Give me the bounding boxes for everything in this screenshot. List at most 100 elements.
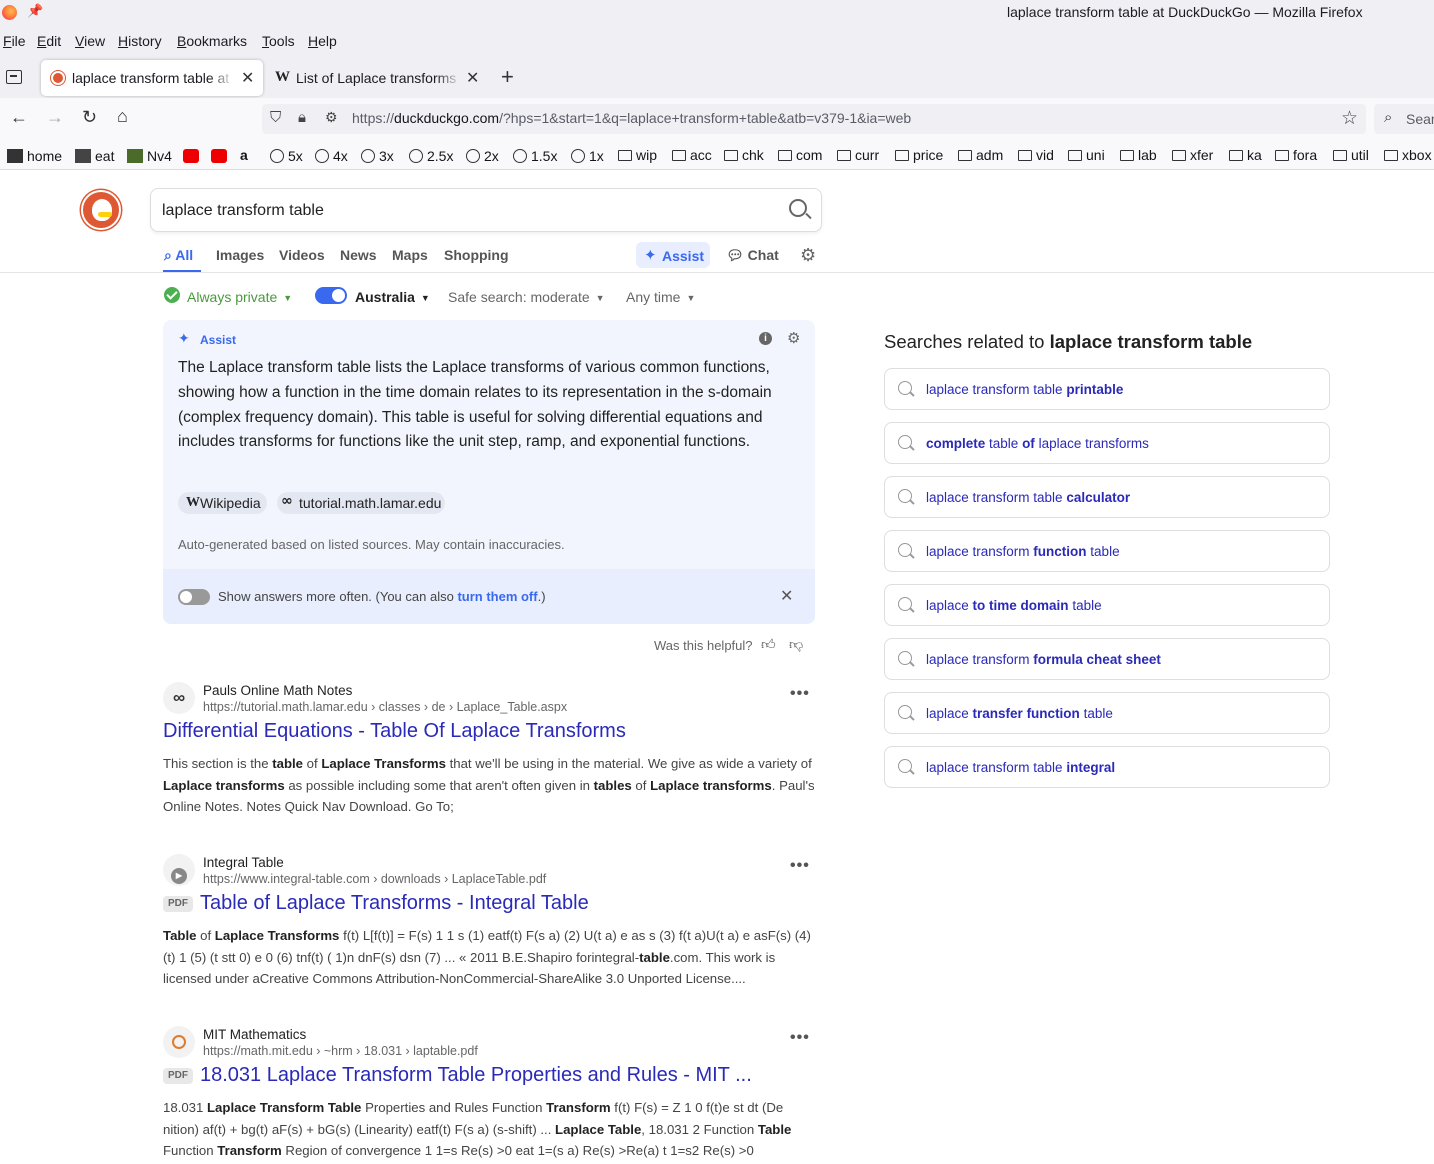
tab-images[interactable]: Images [216, 247, 264, 263]
shield-icon[interactable]: ⛉ [270, 109, 281, 126]
url-text[interactable]: https://duckduckgo.com/?hps=1&start=1&q=… [352, 110, 911, 126]
related-search-item[interactable]: laplace transform table integral [884, 746, 1330, 788]
bookmark-folder-com[interactable]: com [778, 147, 822, 163]
search-input[interactable]: laplace transform table [150, 188, 822, 232]
source-chip-wikipedia[interactable]: W Wikipedia [178, 492, 267, 514]
close-tab-icon[interactable]: ✕ [241, 68, 254, 88]
permissions-icon[interactable]: ⚙ [325, 109, 338, 126]
bookmark-folder-price[interactable]: price [895, 147, 943, 163]
result-url[interactable]: https://math.mit.edu › ~hrm › 18.031 › l… [203, 1044, 478, 1058]
tab-maps[interactable]: Maps [392, 247, 428, 263]
bookmark-folder-vid[interactable]: vid [1018, 147, 1054, 163]
lock-icon[interactable]: 🔒︎ [298, 109, 306, 126]
bookmark-youtube-2[interactable] [211, 147, 231, 164]
pin-icon[interactable]: 📌 [27, 3, 43, 19]
menu-edit[interactable]: Edit [37, 33, 61, 49]
related-search-item[interactable]: laplace to time domain table [884, 584, 1330, 626]
bookmark-folder-uni[interactable]: uni [1068, 147, 1105, 163]
related-search-item[interactable]: laplace transform formula cheat sheet [884, 638, 1330, 680]
bookmark-youtube[interactable] [183, 147, 203, 164]
browser-search-box[interactable]: ⌕ Sear [1374, 104, 1434, 134]
reload-icon[interactable]: ↻ [82, 107, 97, 128]
result-title-link[interactable]: PDF Table of Laplace Transforms - Integra… [163, 892, 589, 915]
menu-file[interactable]: File [3, 33, 26, 49]
tab-list-icon[interactable] [6, 70, 22, 84]
result-site[interactable]: Pauls Online Math Notes [203, 683, 352, 698]
result-url[interactable]: https://tutorial.math.lamar.edu › classe… [203, 700, 567, 714]
bookmark-folder-adm[interactable]: adm [958, 147, 1003, 163]
duckduckgo-logo-icon[interactable] [81, 190, 121, 230]
forward-arrow-icon[interactable]: → [46, 107, 64, 128]
related-search-item[interactable]: laplace transform table calculator [884, 476, 1330, 518]
bookmark-folder-lab[interactable]: lab [1120, 147, 1157, 163]
tab-shopping[interactable]: Shopping [444, 247, 509, 263]
bookmark-1-5x[interactable]: 1.5x [513, 147, 557, 164]
menu-help[interactable]: Help [308, 33, 337, 49]
bookmark-4x[interactable]: 4x [315, 147, 348, 164]
result-site[interactable]: MIT Mathematics [203, 1027, 306, 1042]
answers-toggle[interactable] [178, 589, 210, 605]
related-search-item[interactable]: complete table of laplace transforms [884, 422, 1330, 464]
result-title-link[interactable]: Differential Equations - Table Of Laplac… [163, 720, 626, 743]
bookmark-2-5x[interactable]: 2.5x [409, 147, 453, 164]
bookmark-folder-fora[interactable]: fora [1275, 147, 1317, 163]
related-search-item[interactable]: laplace transfer function table [884, 692, 1330, 734]
close-tab-icon[interactable]: ✕ [466, 68, 479, 88]
result-title-link[interactable]: PDF 18.031 Laplace Transform Table Proper… [163, 1064, 752, 1087]
bookmark-folder-xfer[interactable]: xfer [1172, 147, 1213, 163]
thumbs-up-icon[interactable]: 👍︎ [761, 636, 776, 653]
back-arrow-icon[interactable]: ← [10, 107, 28, 128]
bookmark-folder-curr[interactable]: curr [837, 147, 879, 163]
more-options-icon[interactable]: ••• [790, 685, 810, 703]
bookmark-folder-xbox[interactable]: xbox [1384, 147, 1432, 163]
bookmark-nv4[interactable]: Nv4 [127, 147, 172, 164]
tab-videos[interactable]: Videos [279, 247, 325, 263]
region-dropdown[interactable]: Australia ▼ [355, 289, 430, 305]
settings-gear-icon[interactable]: ⚙ [800, 245, 816, 266]
region-toggle[interactable] [315, 287, 347, 304]
search-query[interactable]: laplace transform table [162, 202, 324, 220]
more-options-icon[interactable]: ••• [790, 857, 810, 875]
menu-history[interactable]: History [118, 33, 162, 49]
settings-gear-icon[interactable]: ⚙ [787, 329, 800, 347]
menu-bookmarks[interactable]: Bookmarks [177, 33, 247, 49]
tab-duckduckgo[interactable]: laplace transform table at DuckDuckGo ✕ [41, 60, 263, 96]
bookmark-amazon[interactable]: a [240, 147, 248, 163]
source-chip-lamar[interactable]: ∞ tutorial.math.lamar.edu [277, 492, 445, 514]
menu-tools[interactable]: Tools [262, 33, 295, 49]
thumbs-down-icon[interactable]: 👎︎ [789, 636, 803, 653]
menu-view[interactable]: View [75, 33, 105, 49]
assist-button[interactable]: ✦ Assist [636, 242, 710, 268]
url-bar[interactable]: ⛉ 🔒︎ ⚙ https://duckduckgo.com/?hps=1&sta… [262, 104, 1366, 134]
info-icon[interactable]: i [759, 332, 772, 345]
more-options-icon[interactable]: ••• [790, 1029, 810, 1047]
time-dropdown[interactable]: Any time ▼ [626, 289, 695, 305]
bookmark-3x[interactable]: 3x [361, 147, 394, 164]
bookmark-2x[interactable]: 2x [466, 147, 499, 164]
related-search-item[interactable]: laplace transform table printable [884, 368, 1330, 410]
bookmark-folder-util[interactable]: util [1333, 147, 1369, 163]
bookmark-folder-acc[interactable]: acc [672, 147, 712, 163]
chat-button[interactable]: 💬︎ Chat [726, 247, 779, 264]
close-icon[interactable]: ✕ [780, 586, 793, 606]
privacy-dropdown[interactable]: Always private ▼ [187, 289, 292, 305]
home-icon[interactable]: ⌂ [117, 106, 128, 127]
bookmark-eat[interactable]: eat [75, 147, 114, 164]
bookmark-folder-chk[interactable]: chk [724, 147, 764, 163]
result-url[interactable]: https://www.integral-table.com › downloa… [203, 872, 546, 886]
tab-all[interactable]: ⌕ All [164, 247, 193, 264]
related-search-item[interactable]: laplace transform function table [884, 530, 1330, 572]
bookmark-star-icon[interactable]: ☆ [1341, 107, 1358, 130]
bookmark-folder-ka[interactable]: ka [1229, 147, 1262, 163]
bookmark-folder-wip[interactable]: wip [618, 147, 657, 163]
safe-search-dropdown[interactable]: Safe search: moderate ▼ [448, 289, 605, 305]
search-icon[interactable] [789, 199, 807, 217]
bookmark-home[interactable]: home [7, 147, 62, 164]
bookmark-1x[interactable]: 1x [571, 147, 604, 164]
result-site[interactable]: Integral Table [203, 855, 284, 870]
bookmark-5x[interactable]: 5x [270, 147, 303, 164]
new-tab-icon[interactable]: + [501, 64, 514, 90]
tab-news[interactable]: News [340, 247, 377, 263]
tab-wikipedia[interactable]: W List of Laplace transforms ✕ [265, 60, 487, 96]
turn-off-link[interactable]: turn them off [457, 589, 537, 604]
